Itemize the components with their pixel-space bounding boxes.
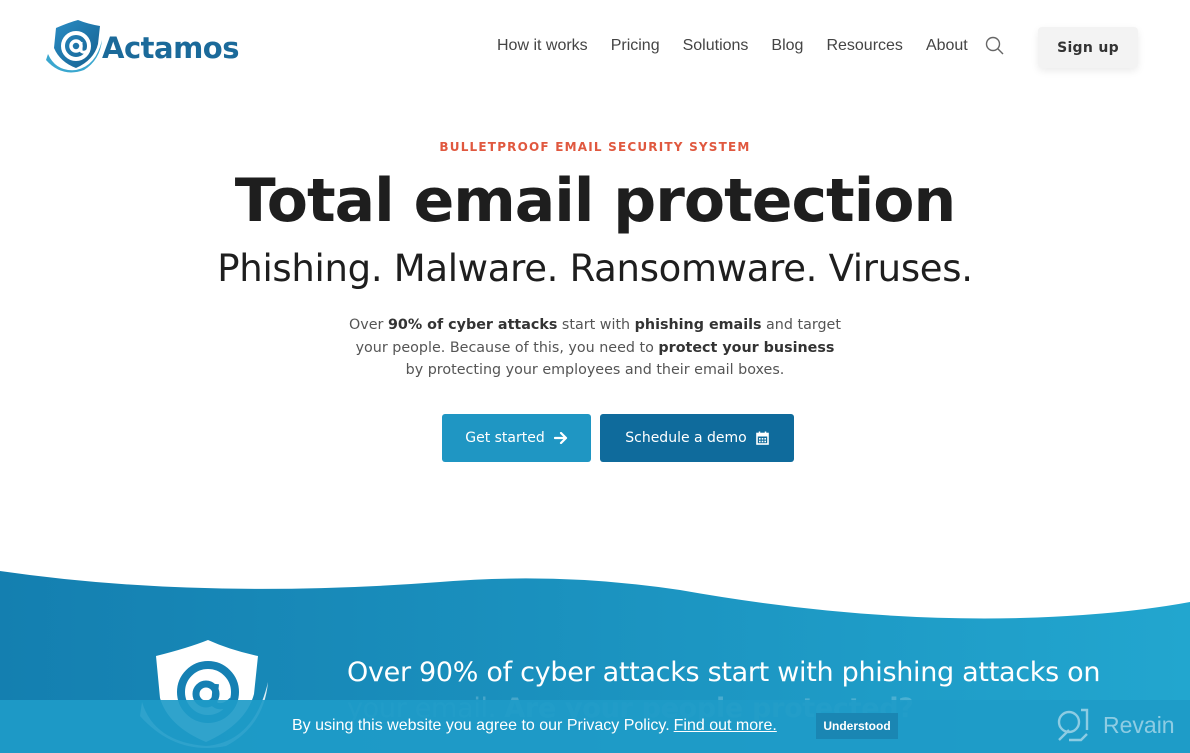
logo-wordmark: Actamos	[102, 31, 239, 65]
get-started-button[interactable]: Get started	[442, 414, 591, 462]
main-nav: How it works Pricing Solutions Blog Reso…	[497, 36, 1005, 56]
nav-resources[interactable]: Resources	[826, 37, 902, 55]
lead-emphasis: 90% of cyber attacks	[387, 317, 558, 333]
logo[interactable]: Actamos	[42, 20, 239, 74]
schedule-demo-label: Schedule a demo	[625, 430, 747, 446]
at-sign-shield-icon	[46, 20, 102, 73]
cookie-text: By using this website you agree to our P…	[292, 717, 670, 734]
revain-logo-icon	[1057, 708, 1089, 742]
cookie-message: By using this website you agree to our P…	[292, 717, 777, 735]
understood-button[interactable]: Understood	[816, 713, 898, 739]
nav-blog[interactable]: Blog	[771, 37, 803, 55]
lead-emphasis: protect your business	[658, 339, 835, 356]
hero-subline: Phishing. Malware. Ransomware. Viruses.	[217, 247, 973, 290]
lead-text: Over	[349, 317, 388, 333]
calendar-icon	[755, 431, 769, 445]
get-started-label: Get started	[465, 430, 545, 446]
lead-text: by protecting your employees and their e…	[405, 362, 785, 379]
hero-eyebrow: BULLETPROOF EMAIL SECURITY SYSTEM	[439, 140, 751, 154]
nav-pricing[interactable]: Pricing	[611, 37, 660, 55]
revain-label: Revain	[1103, 711, 1175, 738]
hero-description: Over 90% of cyber attacks start with phi…	[345, 314, 845, 382]
arrow-right-icon	[553, 432, 568, 444]
lead-emphasis: phishing emails	[634, 317, 762, 333]
nav-solutions[interactable]: Solutions	[683, 37, 749, 55]
site-header: Actamos How it works Pricing Solutions B…	[0, 0, 1190, 95]
search-icon[interactable]	[985, 36, 1005, 56]
cookie-consent-bar: By using this website you agree to our P…	[0, 700, 1190, 753]
revain-watermark: Revain	[1055, 708, 1175, 742]
schedule-demo-button[interactable]: Schedule a demo	[600, 414, 794, 462]
find-out-more-link[interactable]: Find out more.	[674, 717, 777, 734]
nav-about[interactable]: About	[926, 37, 968, 55]
banner-line-1: Over 90% of cyber attacks start with phi…	[347, 657, 1101, 688]
lead-text: start with	[557, 317, 635, 333]
nav-how-it-works[interactable]: How it works	[497, 37, 588, 55]
sign-up-button[interactable]: Sign up	[1038, 27, 1138, 68]
hero-headline: Total email protection	[234, 166, 956, 236]
